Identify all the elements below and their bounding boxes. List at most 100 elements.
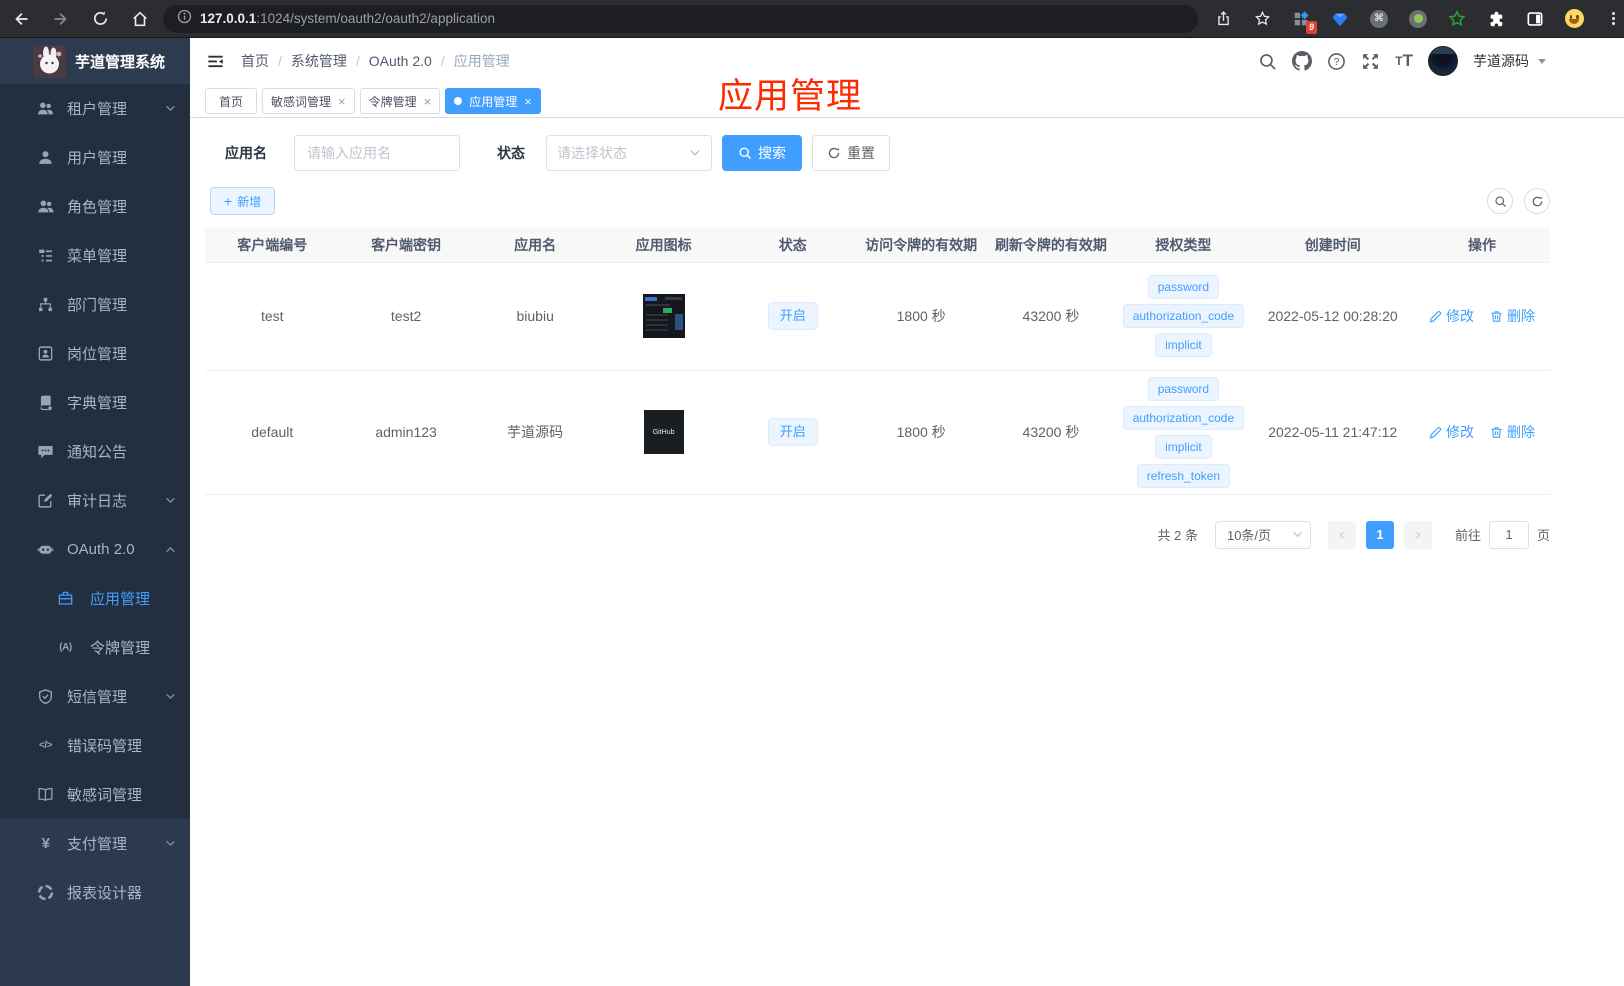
user-avatar[interactable] [1428,46,1458,76]
browser-back-button[interactable] [12,10,30,28]
sidebar-item-oauth-token[interactable]: (A) 令牌管理 [0,623,190,672]
app-title: 芋道管理系统 [75,53,166,71]
browser-menu-icon[interactable] [1602,8,1624,30]
sidebar-item-sms[interactable]: 短信管理 [0,672,190,721]
add-button[interactable]: + 新增 [210,187,276,215]
browser-home-button[interactable] [131,10,149,28]
delete-button[interactable]: 删除 [1490,306,1535,326]
sidebar-filler [0,917,190,986]
gem-extension-icon[interactable] [1329,8,1351,30]
breadcrumb-home[interactable]: 首页 [241,51,269,71]
address-bar[interactable]: 127.0.0.1:1024/system/oauth2/oauth2/appl… [163,4,1198,33]
sidebar-item-tenant[interactable]: 租户管理 [0,84,190,133]
edit-button[interactable]: 修改 [1429,422,1474,442]
green-star-extension-icon[interactable] [1446,8,1468,30]
command-extension-icon[interactable]: ⌘ [1368,8,1390,30]
sidebar-item-oauth[interactable]: OAuth 2.0 [0,525,190,574]
close-icon[interactable]: × [338,95,346,108]
current-page-button[interactable]: 1 [1365,520,1394,549]
bookmark-star-icon[interactable] [1251,8,1273,30]
recorder-extension-icon[interactable] [1407,8,1429,30]
app-logo-bar[interactable]: 芋道管理系统 [0,38,190,84]
sidebar-item-user[interactable]: 用户管理 [0,133,190,182]
sidebar-collapse-icon[interactable] [206,52,225,71]
close-icon[interactable]: × [424,95,432,108]
search-button[interactable]: 搜索 [722,135,802,171]
sidebar-item-oauth-application[interactable]: 应用管理 [0,574,190,623]
status-badge: 开启 [767,418,818,446]
cell-access-validity: 1800 秒 [855,262,987,371]
org-tree-icon [37,296,54,313]
breadcrumb-oauth[interactable]: OAuth 2.0 [369,53,432,69]
github-icon[interactable] [1292,51,1313,71]
cell-actions: 修改 删除 [1414,262,1550,371]
reset-button[interactable]: 重置 [812,135,890,171]
grant-type-tag: implicit [1155,434,1212,459]
help-icon[interactable]: ? [1327,52,1346,71]
cell-client-id: default [205,370,340,495]
status-select[interactable]: 请选择状态 [546,135,712,171]
active-dot [454,97,463,105]
tab-token[interactable]: 令牌管理 × [359,88,441,114]
col-create-time: 创建时间 [1251,228,1415,262]
sidebar-item-dept[interactable]: 部门管理 [0,280,190,329]
delete-button[interactable]: 删除 [1490,422,1535,442]
open-book-icon [37,786,54,803]
breadcrumb-system[interactable]: 系统管理 [291,51,347,71]
browser-reload-button[interactable] [92,10,109,27]
profile-avatar-icon[interactable] [1563,8,1585,30]
share-icon[interactable] [1212,8,1234,30]
goto-page-input[interactable] [1488,520,1529,549]
sidebar-item-menu[interactable]: 菜单管理 [0,231,190,280]
sidebar-item-notice[interactable]: 通知公告 [0,427,190,476]
goto-label: 前往 [1454,528,1481,543]
segmented-circle-icon [37,884,54,901]
page-size-select[interactable]: 10条/页 [1214,520,1311,549]
browser-forward-button[interactable] [52,10,70,28]
chevron-down-icon [165,838,176,849]
edit-button[interactable]: 修改 [1429,306,1474,326]
chevron-down-icon [690,150,700,156]
cell-grant-types: password authorization_code implicit [1115,262,1252,371]
search-icon [1494,195,1506,207]
chevron-up-icon [165,544,176,555]
audit-pen-icon [37,492,54,509]
app-name-input[interactable] [294,135,460,171]
sidebar-item-dict[interactable]: 字典管理 [0,378,190,427]
tab-home[interactable]: 首页 [205,88,258,114]
sidebar-item-sensitive[interactable]: 敏感词管理 [0,770,190,819]
site-info-icon[interactable] [177,9,192,29]
toggle-search-button[interactable] [1487,188,1513,214]
puzzle-extensions-icon[interactable] [1485,8,1507,30]
font-size-icon[interactable]: TT [1395,51,1413,71]
col-status: 状态 [729,228,856,262]
tenant-people-icon [37,100,54,117]
chevron-down-icon [165,495,176,506]
next-page-button[interactable]: › [1403,520,1432,549]
tab-application[interactable]: 应用管理 × [445,88,541,114]
user-menu-caret-icon[interactable] [1538,58,1546,64]
cell-refresh-validity: 43200 秒 [986,262,1116,371]
tab-sensitive[interactable]: 敏感词管理 × [262,88,355,114]
col-refresh-validity: 刷新令牌的有效期 [986,228,1116,262]
chevron-down-icon [165,691,176,702]
sidebar-item-pay[interactable]: ¥ 支付管理 [0,819,190,868]
extension-grid-icon[interactable]: 9 [1290,8,1317,34]
sidebar-item-errcode[interactable]: </> 错误码管理 [0,721,190,770]
sidebar-item-role[interactable]: 角色管理 [0,182,190,231]
fullscreen-icon[interactable] [1361,52,1380,71]
close-icon[interactable]: × [524,95,532,108]
page-content: 应用名 状态 请选择状态 搜索 重置 +新增 [190,118,1624,986]
pagination: 共 2 条 10条/页 ‹ 1 › 前往 页 [205,520,1550,549]
prev-page-button[interactable]: ‹ [1327,520,1356,549]
sidebar-item-report-designer[interactable]: 报表设计器 [0,868,190,917]
app-logo-rabbit [33,44,66,78]
refresh-table-button[interactable] [1524,188,1550,214]
search-icon[interactable] [1258,52,1277,71]
robot-icon [37,541,54,558]
sidebar-item-audit-log[interactable]: 审计日志 [0,476,190,525]
cell-app-name: biubiu [472,262,598,371]
side-panel-icon[interactable] [1524,8,1546,30]
username-label[interactable]: 芋道源码 [1473,51,1529,71]
sidebar-item-post[interactable]: 岗位管理 [0,329,190,378]
